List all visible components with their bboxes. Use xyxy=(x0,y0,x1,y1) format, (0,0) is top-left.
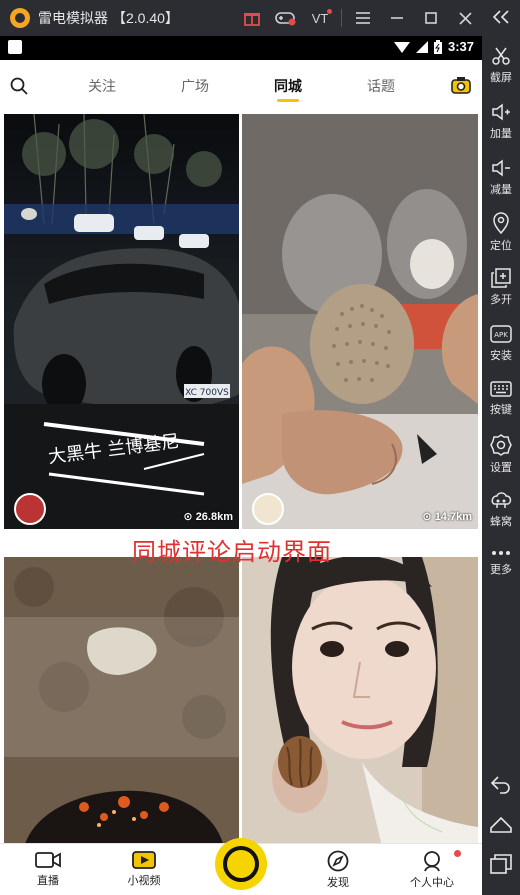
sidebar-item-multi-open[interactable]: 多开 xyxy=(482,268,520,307)
collapse-icon[interactable] xyxy=(482,10,520,27)
sidebar-item-label: 按键 xyxy=(490,404,512,416)
sidebar-item-keymap[interactable]: 按键 xyxy=(482,380,520,417)
thumbnail-egg xyxy=(242,114,478,529)
emulator-window: 雷电模拟器 【2.0.40】 VT 截屏 加量 减量 定位 多开 APK 安装 … xyxy=(0,0,520,895)
gift-icon[interactable] xyxy=(235,0,269,36)
status-bar: 3:37 xyxy=(0,36,482,60)
sidebar-item-install[interactable]: APK 安装 xyxy=(482,324,520,363)
user-icon xyxy=(424,851,440,872)
clock: 3:37 xyxy=(447,39,474,54)
video-card[interactable] xyxy=(242,557,478,843)
video-play-icon xyxy=(132,851,156,869)
more-icon xyxy=(492,551,510,555)
thumbnail-car: XC 700VS 大黑牛 兰博基尼 xyxy=(4,114,239,529)
nav-label: 个人中心 xyxy=(410,877,454,889)
distance-label: ⊙ 14.7km xyxy=(422,511,472,523)
video-card[interactable]: ⊙ 14.7km xyxy=(242,114,478,529)
android-screen: 3:37 关注 广场 同城 话题 XC 700VS 大黑牛 兰博基尼 ⊙ 26.… xyxy=(0,36,482,895)
thumbnail-firepit xyxy=(4,557,239,843)
volume-up-icon xyxy=(492,103,510,121)
gamepad-icon[interactable] xyxy=(269,0,303,36)
camera-icon[interactable] xyxy=(451,76,471,94)
sidebar-item-label: 多开 xyxy=(490,294,512,306)
video-card[interactable]: XC 700VS 大黑牛 兰博基尼 ⊙ 26.8km xyxy=(4,114,239,529)
title-bar: 雷电模拟器 【2.0.40】 VT xyxy=(0,0,482,36)
nav-short-video[interactable]: 小视频 xyxy=(114,850,174,888)
back-icon[interactable] xyxy=(482,774,520,797)
volume-down-icon xyxy=(492,159,510,177)
license-plate: XC 700VS xyxy=(185,388,229,398)
sidebar-item-label: 更多 xyxy=(490,564,512,576)
avatar[interactable] xyxy=(14,493,46,525)
tab-local[interactable]: 同城 xyxy=(274,76,302,102)
overlay-caption: 同城评论启动界面 xyxy=(132,538,332,566)
search-icon[interactable] xyxy=(10,77,28,95)
sidebar-item-screenshot[interactable]: 截屏 xyxy=(482,46,520,85)
recent-apps-icon[interactable] xyxy=(482,854,520,877)
app-version: 【2.0.40】 xyxy=(112,10,179,26)
minimize-icon[interactable] xyxy=(380,0,414,36)
sidebar-item-more[interactable]: 更多 xyxy=(482,548,520,577)
sidebar-item-settings[interactable]: 设置 xyxy=(482,434,520,475)
emulator-sidebar: 截屏 加量 减量 定位 多开 APK 安装 按键 设置 蜂窝 更多 xyxy=(482,0,520,895)
notification-icon xyxy=(8,40,22,54)
wifi-icon xyxy=(393,41,410,53)
record-button[interactable] xyxy=(215,838,267,890)
app-title: 雷电模拟器 xyxy=(38,10,108,26)
sidebar-item-label: 安装 xyxy=(490,350,512,362)
pin-icon: ⊙ xyxy=(183,511,193,523)
nav-label: 发现 xyxy=(327,877,349,889)
home-icon[interactable] xyxy=(482,816,520,837)
sidebar-item-label: 蜂窝 xyxy=(490,516,512,528)
bottom-nav: 直播 小视频 发现 个人中心 xyxy=(0,838,482,895)
sidebar-item-location[interactable]: 定位 xyxy=(482,212,520,253)
notification-dot xyxy=(454,850,461,857)
vt-icon[interactable]: VT xyxy=(303,0,337,36)
location-icon xyxy=(493,212,509,234)
close-icon[interactable] xyxy=(448,0,482,36)
pin-icon: ⊙ xyxy=(422,511,432,523)
battery-icon xyxy=(433,39,442,54)
video-feed: XC 700VS 大黑牛 兰博基尼 ⊙ 26.8km ⊙ 14.7km xyxy=(0,110,482,843)
tab-square[interactable]: 广场 xyxy=(181,76,209,96)
signal-icon xyxy=(415,40,428,53)
sidebar-item-label: 加量 xyxy=(490,128,512,140)
tab-topics[interactable]: 话题 xyxy=(367,76,395,96)
gear-icon xyxy=(490,434,512,456)
record-ring-icon xyxy=(223,846,259,882)
tab-follow[interactable]: 关注 xyxy=(88,76,116,96)
app-logo-icon xyxy=(10,8,30,28)
live-camera-icon xyxy=(35,852,61,868)
sidebar-item-label: 定位 xyxy=(490,240,512,252)
nav-label: 直播 xyxy=(37,875,59,887)
top-tabs: 关注 广场 同城 话题 xyxy=(0,60,482,110)
nav-live[interactable]: 直播 xyxy=(18,850,78,888)
maximize-icon[interactable] xyxy=(414,0,448,36)
apk-icon: APK xyxy=(490,325,512,343)
scissors-icon xyxy=(492,47,510,65)
nav-discover[interactable]: 发现 xyxy=(308,850,368,890)
hive-icon xyxy=(491,492,512,508)
svg-text:APK: APK xyxy=(494,331,508,339)
video-card[interactable] xyxy=(4,557,239,843)
compass-icon xyxy=(327,850,349,872)
sidebar-item-label: 减量 xyxy=(490,184,512,196)
sidebar-item-volume-up[interactable]: 加量 xyxy=(482,102,520,141)
sidebar-item-volume-down[interactable]: 减量 xyxy=(482,158,520,197)
sidebar-item-label: 截屏 xyxy=(490,72,512,84)
thumbnail-portrait xyxy=(242,557,478,843)
menu-icon[interactable] xyxy=(346,0,380,36)
nav-label: 小视频 xyxy=(127,875,161,887)
sidebar-item-label: 设置 xyxy=(490,462,512,474)
multi-open-icon xyxy=(491,268,511,288)
divider xyxy=(341,9,342,27)
distance-label: ⊙ 26.8km xyxy=(183,511,233,523)
keyboard-icon xyxy=(490,381,512,397)
nav-profile[interactable]: 个人中心 xyxy=(402,850,462,890)
avatar[interactable] xyxy=(252,493,284,525)
sidebar-item-hive[interactable]: 蜂窝 xyxy=(482,490,520,529)
